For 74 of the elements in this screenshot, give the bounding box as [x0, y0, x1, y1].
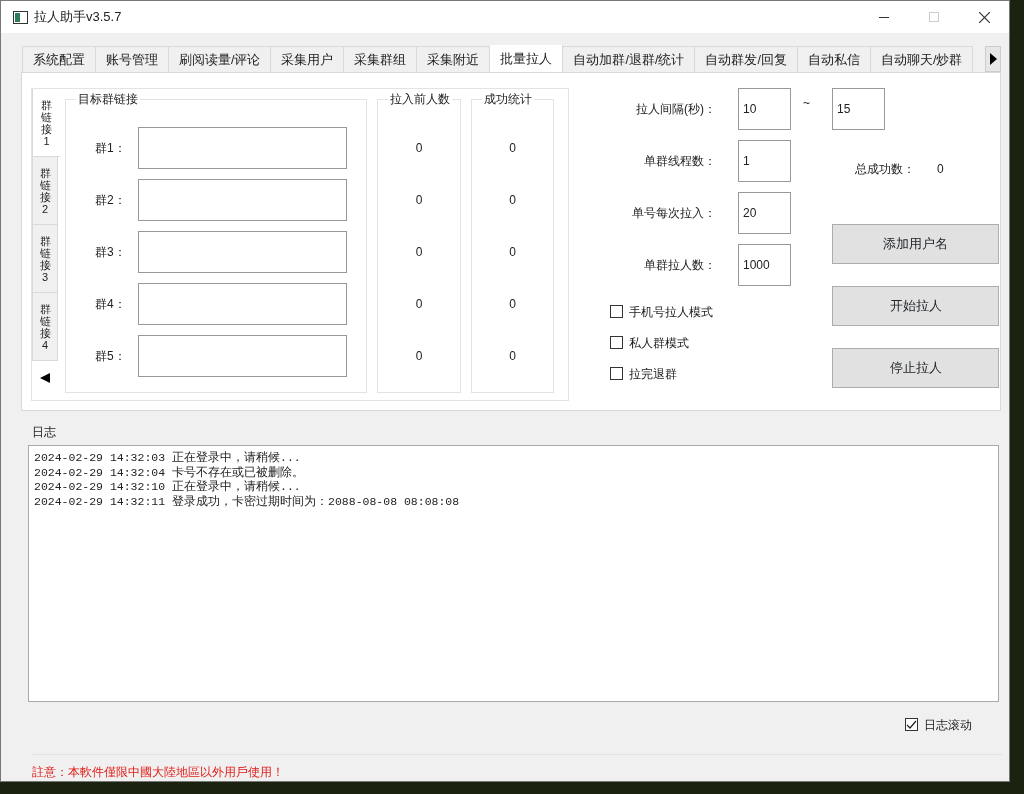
input-field[interactable]: 10 [738, 88, 791, 131]
count-value: 0 [508, 244, 517, 262]
vertical-tab[interactable]: 群链接4 [32, 293, 58, 362]
setting-label: 单群拉人数： [643, 257, 716, 275]
tab[interactable]: 自动私信 [797, 46, 871, 73]
log-line: 2024-02-29 14:32:10 正在登录中，请稍候... [34, 480, 302, 495]
vertical-tab[interactable]: 群链接2 [32, 157, 58, 226]
count-value: 0 [508, 296, 517, 314]
group-title: 拉入前人数 [388, 91, 452, 108]
row-label: 群3： [94, 244, 127, 262]
action-button[interactable]: 添加用户名 [832, 224, 999, 265]
count-value: 0 [414, 140, 424, 158]
app-icon [13, 9, 28, 25]
window-title: 拉人助手v3.5.7 [34, 8, 123, 27]
count-value: 0 [414, 296, 424, 314]
tab[interactable]: 账号管理 [96, 46, 169, 73]
count-value: 0 [508, 192, 517, 210]
tab[interactable]: 自动加群/退群/统计 [563, 46, 696, 73]
range-separator: ~ [803, 95, 810, 113]
tab[interactable]: 刷阅读量/评论 [169, 46, 272, 73]
input-field[interactable] [138, 127, 347, 170]
count-value: 0 [508, 140, 517, 158]
notice-text: 註意：本軟件僅限中國大陸地區以外用戶使用！ [32, 754, 1002, 781]
right-arrow-icon [989, 53, 997, 66]
vertical-tab[interactable]: 群链接1 [32, 89, 60, 158]
checkbox[interactable] [610, 336, 623, 350]
tab-scroll-button[interactable] [985, 46, 1001, 73]
row-label: 群1： [94, 140, 127, 158]
total-value: 0 [937, 161, 944, 179]
count-value: 0 [414, 244, 424, 262]
checkbox[interactable] [610, 367, 623, 381]
tab[interactable]: 批量拉人 [490, 45, 564, 73]
log-line: 2024-02-29 14:32:11 登录成功，卡密过期时间为：2088-08-08 08:08:08 [34, 494, 461, 510]
input-field[interactable] [138, 231, 347, 274]
action-button[interactable]: 开始拉人 [832, 286, 999, 327]
setting-label: 单群线程数： [643, 153, 716, 171]
close-icon[interactable] [978, 11, 990, 23]
group-title: 目标群链接 [76, 91, 140, 108]
group-title: 成功统计 [482, 91, 534, 108]
count-value: 0 [508, 348, 517, 366]
action-button[interactable]: 停止拉人 [832, 348, 999, 389]
tab[interactable]: 采集群组 [344, 46, 418, 73]
input-field[interactable]: 20 [738, 192, 791, 235]
input-field[interactable]: 15 [832, 88, 885, 131]
setting-label: 拉人间隔(秒)： [635, 101, 716, 119]
check-icon [906, 720, 917, 729]
checkbox-label[interactable]: 日志滚动 [924, 715, 972, 734]
checkbox-label[interactable]: 私人群模式 [629, 333, 689, 352]
vertical-tab[interactable]: 群链接3 [32, 225, 58, 294]
row-label: 群2： [94, 192, 127, 210]
row-label: 群5： [94, 348, 127, 366]
setting-label: 单号每次拉入： [631, 205, 716, 223]
input-field[interactable] [138, 283, 347, 326]
tab[interactable]: 系统配置 [22, 46, 96, 73]
tab[interactable]: 自动群发/回复 [695, 46, 798, 73]
input-field[interactable]: 1 [738, 140, 791, 183]
input-field[interactable] [138, 179, 347, 222]
tab[interactable]: 自动聊天/炒群 [870, 46, 974, 73]
checkbox[interactable] [905, 718, 918, 731]
log-title: 日志 [32, 424, 57, 442]
left-arrow-icon[interactable] [40, 373, 50, 384]
checkbox-label[interactable]: 手机号拉人模式 [629, 302, 713, 321]
checkbox-label[interactable]: 拉完退群 [629, 364, 677, 383]
tab[interactable]: 采集附近 [417, 46, 491, 73]
row-label: 群4： [94, 296, 127, 314]
checkbox[interactable] [610, 305, 623, 319]
log-line: 2024-02-29 14:32:04 卡号不存在或已被删除。 [34, 465, 306, 480]
tab[interactable]: 采集用户 [271, 46, 345, 73]
count-value: 0 [414, 348, 424, 366]
log-line: 2024-02-29 14:32:03 正在登录中，请稍候... [34, 451, 302, 466]
count-value: 0 [414, 192, 424, 210]
input-field[interactable] [138, 335, 347, 378]
input-field[interactable]: 1000 [738, 244, 791, 287]
total-label: 总成功数： [855, 161, 915, 179]
